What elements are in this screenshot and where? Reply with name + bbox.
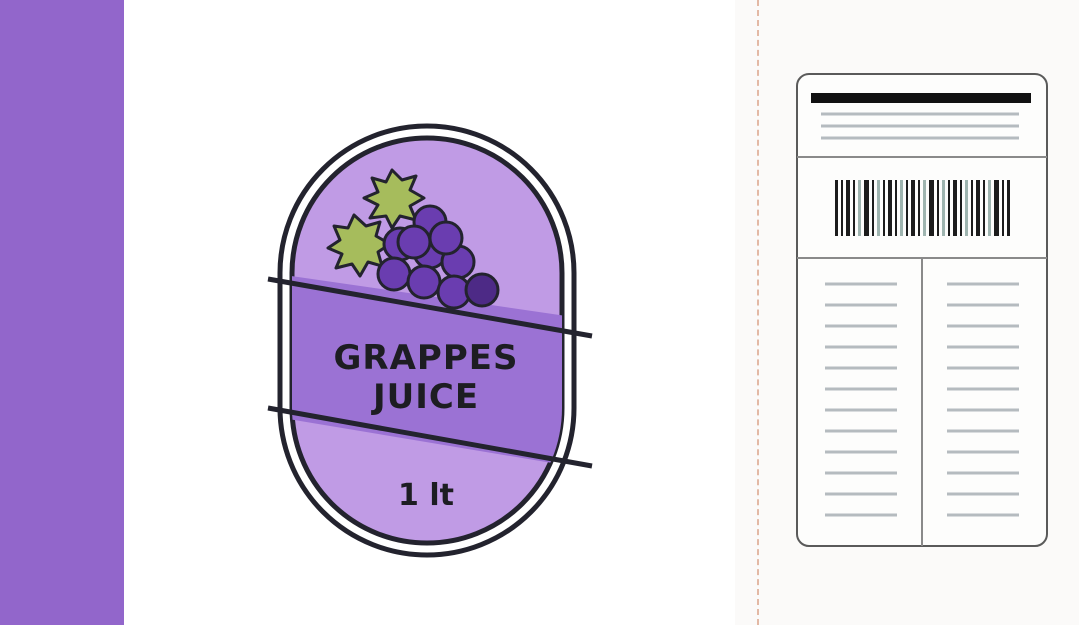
purple-side-stripe <box>0 0 124 625</box>
juice-label-illustration: GRAPPES JUICE 1 lt <box>267 123 593 558</box>
back-label-panel <box>735 0 1079 625</box>
label-volume: 1 lt <box>398 478 454 513</box>
back-label-illustration <box>796 73 1048 547</box>
label-title-line1: GRAPPES <box>334 338 519 378</box>
label-title-line2: JUICE <box>371 377 479 417</box>
front-label-panel: GRAPPES JUICE 1 lt <box>124 0 735 625</box>
header-bar <box>811 93 1031 103</box>
